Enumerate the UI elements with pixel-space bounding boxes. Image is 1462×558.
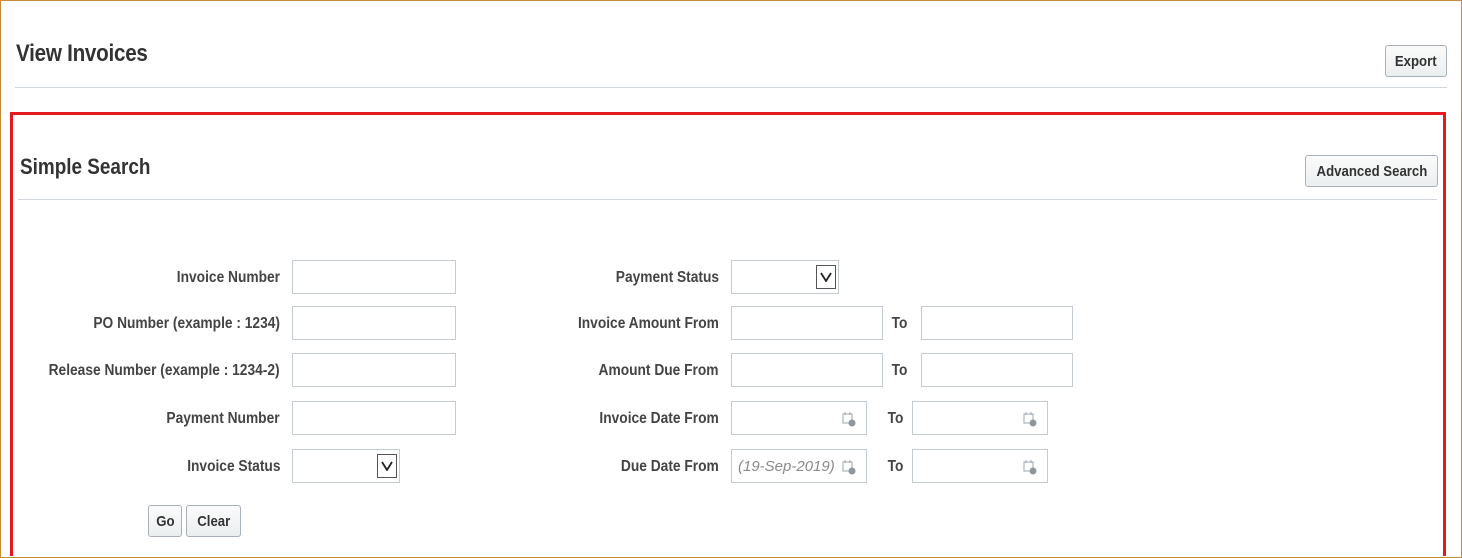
invoice-date-from-label: Invoice Date From bbox=[599, 410, 719, 427]
invoice-status-select[interactable] bbox=[292, 449, 400, 483]
advanced-search-button[interactable]: Advanced Search bbox=[1305, 155, 1438, 187]
invoice-amount-to-label: To bbox=[891, 315, 907, 332]
invoice-amount-to-input[interactable] bbox=[921, 306, 1073, 340]
export-button[interactable]: Export bbox=[1385, 45, 1447, 77]
due-date-from-label: Due Date From bbox=[621, 458, 719, 475]
due-date-to-field[interactable] bbox=[912, 449, 1048, 483]
section-title: Simple Search bbox=[20, 154, 151, 179]
page-title: View Invoices bbox=[16, 40, 148, 67]
po-number-input[interactable] bbox=[292, 306, 456, 340]
invoice-date-to-label: To bbox=[887, 410, 903, 427]
po-number-label: PO Number (example : 1234) bbox=[93, 315, 280, 332]
go-button[interactable]: Go bbox=[148, 505, 182, 537]
invoice-amount-from-input[interactable] bbox=[731, 306, 883, 340]
section-divider bbox=[18, 199, 1437, 200]
invoice-amount-from-label: Invoice Amount From bbox=[578, 315, 719, 332]
release-number-input[interactable] bbox=[292, 353, 456, 387]
payment-number-input[interactable] bbox=[292, 401, 456, 435]
chevron-down-icon[interactable] bbox=[816, 265, 836, 289]
amount-due-from-input[interactable] bbox=[731, 353, 883, 387]
invoice-date-to-field[interactable] bbox=[912, 401, 1048, 435]
header-divider bbox=[15, 87, 1447, 88]
clear-button[interactable]: Clear bbox=[186, 505, 241, 537]
invoice-status-label: Invoice Status bbox=[186, 458, 280, 475]
calendar-icon[interactable] bbox=[1023, 411, 1037, 427]
invoice-date-from-field[interactable] bbox=[731, 401, 867, 435]
payment-number-label: Payment Number bbox=[166, 410, 280, 427]
calendar-icon[interactable] bbox=[842, 459, 856, 475]
release-number-label: Release Number (example : 1234-2) bbox=[49, 362, 280, 379]
amount-due-to-input[interactable] bbox=[921, 353, 1073, 387]
calendar-icon[interactable] bbox=[842, 411, 856, 427]
due-date-from-field[interactable] bbox=[731, 449, 867, 483]
chevron-down-icon[interactable] bbox=[377, 454, 397, 478]
calendar-icon[interactable] bbox=[1023, 459, 1037, 475]
amount-due-to-label: To bbox=[891, 362, 907, 379]
invoice-number-input[interactable] bbox=[292, 260, 456, 294]
invoice-number-label: Invoice Number bbox=[176, 269, 280, 286]
payment-status-select[interactable] bbox=[731, 260, 839, 294]
due-date-to-label: To bbox=[887, 458, 903, 475]
amount-due-from-label: Amount Due From bbox=[598, 362, 719, 379]
payment-status-label: Payment Status bbox=[615, 269, 719, 286]
